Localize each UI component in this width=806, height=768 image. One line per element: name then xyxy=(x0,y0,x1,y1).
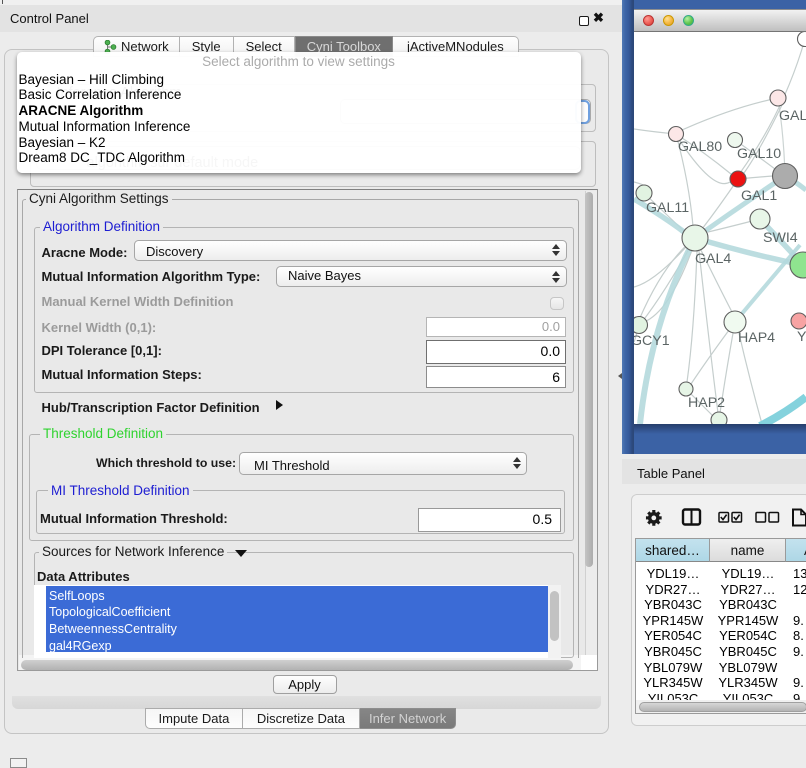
svg-text:GAL1: GAL1 xyxy=(741,188,777,204)
svg-text:GAL80: GAL80 xyxy=(678,139,722,155)
svg-text:GAL4: GAL4 xyxy=(695,251,731,267)
svg-text:GCY1: GCY1 xyxy=(634,333,670,349)
svg-text:GAL11: GAL11 xyxy=(646,200,689,216)
svg-text:SWI4: SWI4 xyxy=(763,230,798,246)
svg-text:GAL7: GAL7 xyxy=(779,108,806,124)
svg-text:GAL10: GAL10 xyxy=(737,146,781,162)
svg-text:HAP4: HAP4 xyxy=(738,330,775,346)
svg-text:Y: Y xyxy=(797,329,806,345)
svg-text:HAP2: HAP2 xyxy=(688,395,725,411)
